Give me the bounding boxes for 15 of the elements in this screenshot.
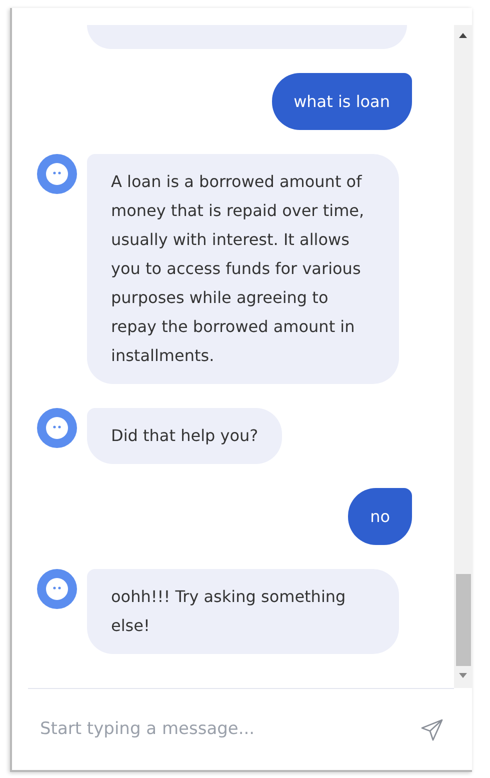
bot-avatar-icon — [37, 154, 77, 194]
user-message: no — [348, 488, 412, 545]
scroll-down-arrow-icon[interactable] — [458, 672, 468, 680]
scroll-up-arrow-icon[interactable] — [458, 31, 468, 39]
bot-avatar-icon — [37, 408, 77, 448]
send-icon[interactable] — [420, 718, 444, 742]
message-input[interactable]: Start typing a message... — [38, 716, 420, 744]
bot-message: Did that help you? — [87, 408, 282, 464]
message-composer[interactable]: Start typing a message... — [28, 688, 454, 770]
bot-message: A loan is a borrowed amount of money that is repaid over time, usually with interest. It allows you to access funds for various purposes while agreeing to repay the borrowed amount in installments. — [87, 154, 399, 384]
user-message: what is loan — [272, 73, 412, 130]
bot-message: oohh!!! Try asking something else! — [87, 569, 399, 654]
scrollbar-thumb[interactable] — [456, 574, 470, 666]
bot-avatar-icon — [37, 569, 77, 609]
scrollbar[interactable] — [454, 25, 472, 688]
